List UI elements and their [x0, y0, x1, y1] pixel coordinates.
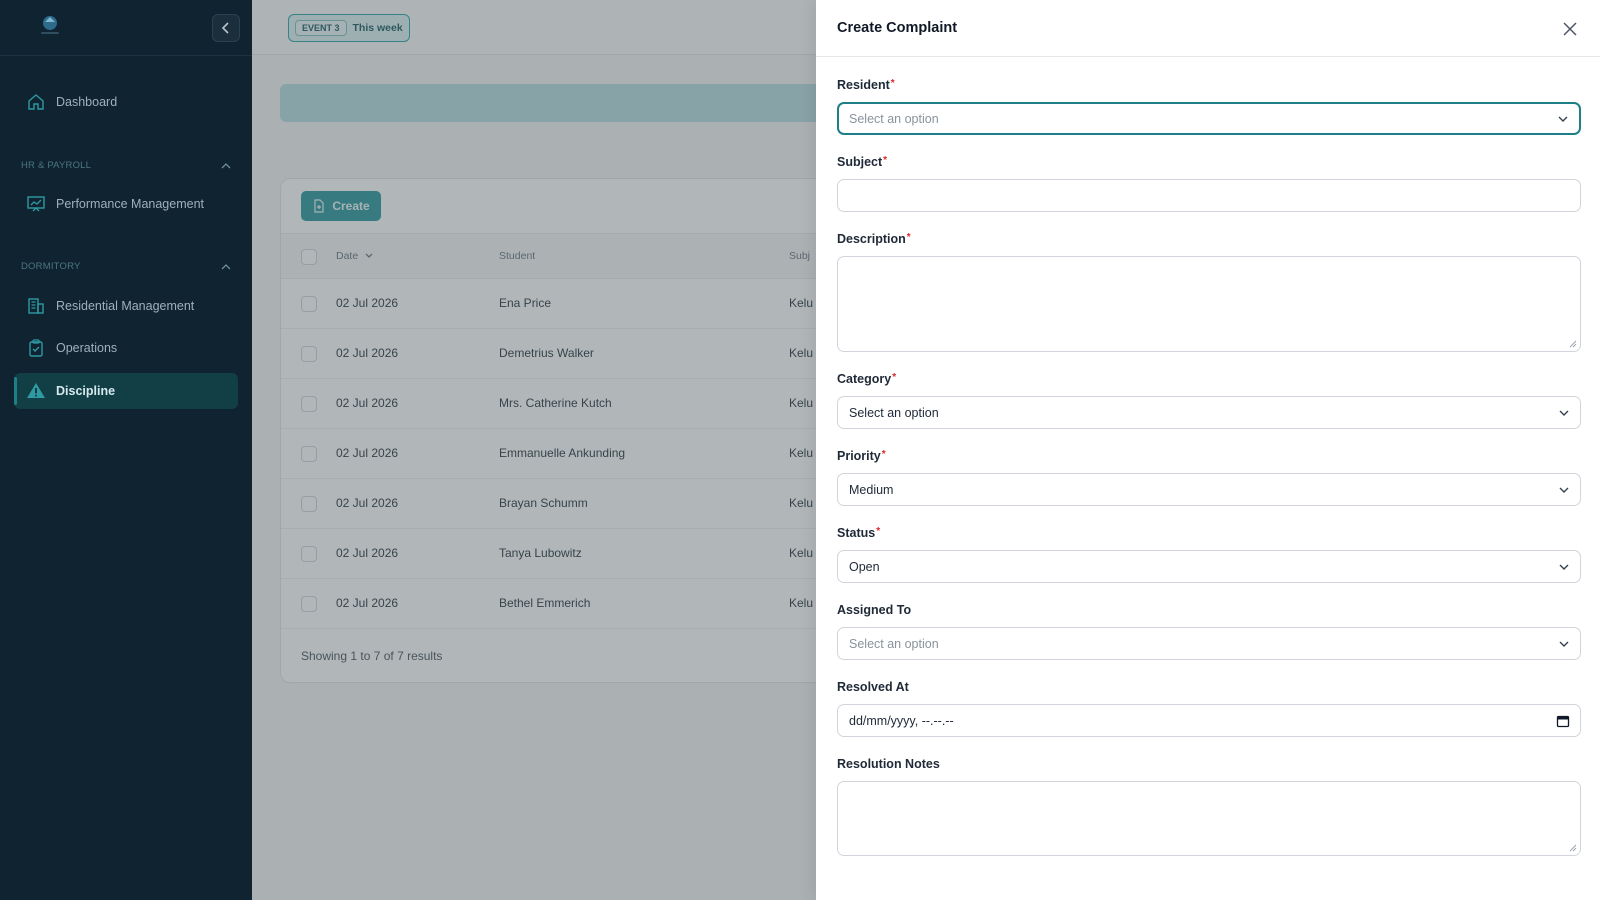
assigned-to-select[interactable]: Select an option [837, 627, 1581, 660]
category-value: Select an option [849, 405, 939, 420]
resolved-at-label: Resolved At [837, 680, 909, 694]
assigned-to-label: Assigned To [837, 603, 911, 617]
field-label-text: Resolution Notes [837, 757, 940, 771]
priority-value: Medium [849, 482, 894, 497]
field-label-text: Resolved At [837, 680, 909, 694]
resize-grip-icon[interactable] [1569, 844, 1577, 852]
panel-title: Create Complaint [837, 20, 958, 36]
nav-group-label: DORMITORY [21, 261, 81, 272]
sidebar-item-performance-management[interactable]: Performance Management [14, 186, 238, 222]
app-logo[interactable] [30, 12, 70, 40]
close-button[interactable] [1559, 18, 1581, 40]
resident-placeholder: Select an option [849, 111, 939, 126]
status-label: Status* [837, 526, 880, 540]
status-select[interactable]: Open [837, 550, 1581, 583]
calendar-icon[interactable] [1556, 714, 1570, 728]
field-label-text: Status [837, 526, 876, 540]
chevron-down-icon [1558, 116, 1568, 122]
nav-group-hr-payroll[interactable]: HR & PAYROLL [21, 160, 231, 171]
resolution-notes-label: Resolution Notes [837, 757, 940, 771]
chevron-down-icon [1559, 410, 1569, 416]
priority-select[interactable]: Medium [837, 473, 1581, 506]
resolved-at-placeholder: dd/mm/yyyy, --.--.-- [849, 713, 954, 728]
sidebar-item-label: Operations [56, 341, 118, 355]
clipboard-check-icon [29, 339, 43, 357]
sidebar-item-label: Performance Management [56, 197, 204, 211]
chevron-left-icon [221, 22, 229, 34]
category-label: Category* [837, 372, 896, 386]
subject-input[interactable] [837, 179, 1581, 212]
description-label: Description* [837, 232, 911, 246]
chevron-down-icon [1559, 487, 1569, 493]
resize-grip-icon[interactable] [1569, 340, 1577, 348]
field-label-text: Resident [837, 78, 890, 92]
sidebar-item-operations[interactable]: Operations [14, 330, 238, 366]
assigned-to-placeholder: Select an option [849, 636, 939, 651]
field-label-text: Category [837, 372, 892, 386]
warning-icon [27, 383, 45, 398]
create-complaint-panel: Create Complaint Resident* Select an opt… [816, 0, 1600, 900]
field-label-text: Assigned To [837, 603, 912, 617]
close-icon [1563, 22, 1577, 36]
required-mark: * [881, 449, 886, 460]
building-icon [28, 298, 44, 314]
priority-label: Priority* [837, 449, 886, 463]
sidebar-item-label: Residential Management [56, 299, 195, 313]
required-mark: * [890, 78, 895, 89]
home-icon [28, 94, 44, 110]
status-value: Open [849, 559, 880, 574]
sidebar-item-discipline[interactable]: Discipline [14, 373, 238, 409]
field-label-text: Subject [837, 155, 883, 169]
sidebar-item-dashboard[interactable]: Dashboard [14, 84, 238, 120]
panel-header: Create Complaint [816, 0, 1600, 57]
resident-label: Resident* [837, 78, 895, 92]
required-mark: * [876, 526, 881, 537]
chevron-up-icon [221, 263, 231, 269]
field-label-text: Description [837, 232, 906, 246]
nav-group-dormitory[interactable]: DORMITORY [21, 261, 231, 272]
resolved-at-datetime-input[interactable]: dd/mm/yyyy, --.--.-- [837, 704, 1581, 737]
sidebar-item-label: Dashboard [56, 95, 118, 109]
required-mark: * [883, 155, 888, 166]
description-textarea[interactable] [837, 256, 1581, 352]
category-select[interactable]: Select an option [837, 396, 1581, 429]
resolution-notes-textarea[interactable] [837, 781, 1581, 856]
sidebar: Dashboard HR & PAYROLL Performance Manag… [0, 0, 252, 900]
required-mark: * [906, 232, 911, 243]
modal-backdrop[interactable] [252, 0, 816, 900]
required-mark: * [892, 372, 897, 383]
logo-icon [41, 16, 59, 34]
field-label-text: Priority [837, 449, 881, 463]
sidebar-item-residential-management[interactable]: Residential Management [14, 288, 238, 324]
chevron-down-icon [1559, 564, 1569, 570]
sidebar-collapse-button[interactable] [212, 14, 240, 42]
sidebar-divider [0, 55, 252, 56]
resident-select[interactable]: Select an option [837, 102, 1581, 135]
sidebar-item-label: Discipline [56, 384, 116, 398]
chevron-down-icon [1559, 641, 1569, 647]
nav-group-label: HR & PAYROLL [21, 160, 92, 171]
subject-label: Subject* [837, 155, 887, 169]
chevron-up-icon [221, 162, 231, 168]
chart-board-icon [27, 196, 45, 212]
